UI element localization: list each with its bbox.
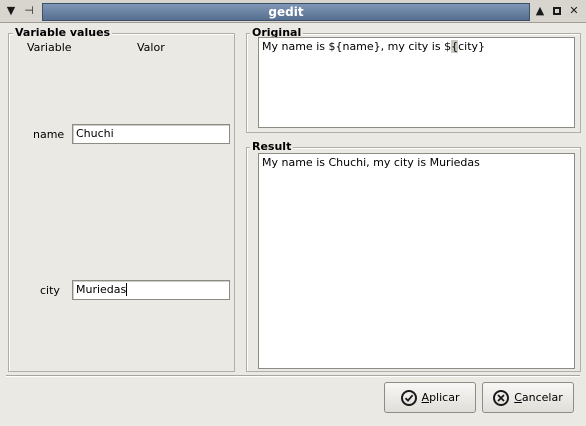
column-header-variable: Variable	[27, 41, 72, 54]
apply-button[interactable]: Aplicar	[384, 382, 476, 413]
check-circle-icon	[400, 389, 417, 406]
variable-values-title: Variable values	[13, 26, 113, 39]
original-text-before: My name is ${name}, my city is $	[262, 40, 452, 53]
result-title: Result	[250, 140, 294, 153]
original-text-after: city}	[458, 40, 486, 53]
cancel-button[interactable]: Cancelar	[482, 382, 574, 413]
button-separator	[6, 375, 580, 377]
apply-button-label: Aplicar	[421, 391, 460, 404]
close-icon[interactable]: ✕	[567, 4, 581, 18]
window-title: gedit	[42, 3, 530, 21]
name-value-input[interactable]: Chuchi	[72, 124, 230, 144]
variable-label-city: city	[40, 284, 60, 297]
variable-values-group	[8, 33, 235, 372]
result-textarea[interactable]: My name is Chuchi, my city is Muriedas	[258, 153, 575, 369]
text-cursor	[126, 283, 128, 296]
shade-icon[interactable]: ▲	[533, 4, 547, 18]
x-circle-icon	[493, 389, 510, 406]
result-text: My name is Chuchi, my city is Muriedas	[262, 156, 480, 169]
name-value-text: Chuchi	[76, 127, 114, 140]
column-header-value: Valor	[137, 41, 165, 54]
cancel-button-label: Cancelar	[514, 391, 563, 404]
window-menu-icon[interactable]: ▼	[4, 4, 18, 18]
variable-label-name: name	[33, 128, 65, 141]
maximize-icon[interactable]	[550, 4, 564, 18]
city-value-text: Muriedas	[76, 283, 127, 296]
original-textarea[interactable]: My name is ${name}, my city is ${city}	[258, 37, 575, 128]
city-value-input[interactable]: Muriedas	[72, 280, 230, 300]
pin-icon[interactable]: ⊣	[22, 4, 36, 18]
